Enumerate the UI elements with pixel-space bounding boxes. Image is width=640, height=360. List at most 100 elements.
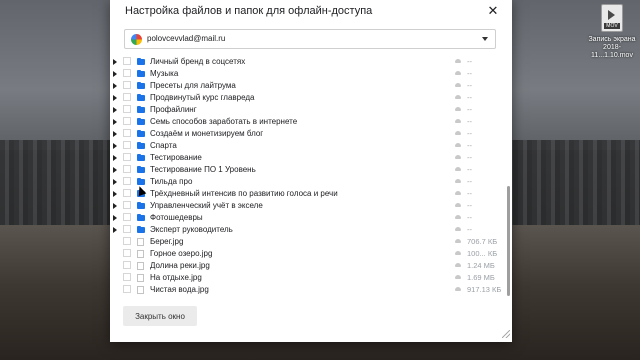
offline-checkbox[interactable] [123,141,131,149]
resize-grip-icon[interactable] [502,330,510,338]
cloud-icon [455,119,461,123]
desktop-file-screen-recording[interactable]: MOV Запись экрана 2018-11...1.10.mov [584,4,640,60]
offline-checkbox[interactable] [123,285,131,293]
folder-row[interactable]: Тильда про -- [110,176,504,188]
item-size: -- [467,189,472,198]
expand-arrow-icon[interactable] [113,119,117,125]
file-row[interactable]: Горное озеро.jpg 100... КБ [110,248,504,260]
offline-checkbox[interactable] [123,57,131,65]
expand-arrow-icon[interactable] [113,83,117,89]
folder-icon [137,141,145,149]
expand-arrow-icon[interactable] [113,227,117,233]
item-name: Управленческий учёт в экселе [150,201,263,210]
folder-row[interactable]: Трёхдневный интенсив по развитию голоса … [110,188,504,200]
cloud-icon [455,83,461,87]
cloud-icon [455,239,461,243]
offline-checkbox[interactable] [123,165,131,173]
expand-arrow-icon[interactable] [113,215,117,221]
expand-arrow-icon[interactable] [113,107,117,113]
account-selector[interactable]: polovcevvlad@mail.ru [124,29,496,49]
item-name: Семь способов заработать в интернете [150,117,298,126]
image-file-icon [137,238,144,246]
file-folder-list: Личный бренд в соцсетях -- Музыка -- Пресеты… [110,56,504,299]
item-name: Личный бренд в соцсетях [150,57,246,66]
expand-arrow-icon[interactable] [113,131,117,137]
close-window-button[interactable]: Закрыть окно [123,306,197,326]
offline-checkbox[interactable] [123,69,131,77]
folder-row[interactable]: Управленческий учёт в экселе -- [110,200,504,212]
chevron-down-icon [482,37,488,41]
offline-checkbox[interactable] [123,213,131,221]
item-size: -- [467,153,472,162]
offline-checkbox[interactable] [123,177,131,185]
folder-row[interactable]: Тестирование ПО 1 Уровень -- [110,164,504,176]
item-name: Тестирование ПО 1 Уровень [150,165,256,174]
file-row[interactable]: Чистая вода.jpg 917.13 КБ [110,284,504,296]
folder-row[interactable]: Личный бренд в соцсетях -- [110,56,504,68]
video-file-icon: MOV [601,4,623,32]
expand-arrow-icon[interactable] [113,167,117,173]
offline-checkbox[interactable] [123,273,131,281]
item-size: -- [467,105,472,114]
folder-row[interactable]: Тестирование -- [110,152,504,164]
cloud-icon [455,203,461,207]
folder-row[interactable]: Эксперт руководитель -- [110,224,504,236]
folder-icon [137,201,145,209]
offline-checkbox[interactable] [123,93,131,101]
offline-settings-dialog: Настройка файлов и папок для офлайн-дост… [110,0,512,342]
folder-icon [137,153,145,161]
cloud-icon [455,131,461,135]
file-row[interactable]: Берег.jpg 706.7 КБ [110,236,504,248]
file-row[interactable]: На отдыхе.jpg 1.69 МБ [110,272,504,284]
cloud-icon [455,59,461,63]
folder-row[interactable]: Профайлинг -- [110,104,504,116]
item-name: Берег.jpg [150,237,184,246]
offline-checkbox[interactable] [123,189,131,197]
close-icon[interactable]: ✕ [486,4,500,18]
item-name: Продвинутый курс главреда [150,93,255,102]
offline-checkbox[interactable] [123,129,131,137]
item-name: Создаём и монетизируем блог [150,129,264,138]
item-size: -- [467,93,472,102]
expand-arrow-icon[interactable] [113,95,117,101]
folder-icon [137,165,145,173]
folder-icon [137,213,145,221]
offline-checkbox[interactable] [123,237,131,245]
folder-row[interactable]: Спарта -- [110,140,504,152]
item-size: 917.13 КБ [467,285,502,294]
cloud-icon [455,167,461,171]
expand-arrow-icon[interactable] [113,143,117,149]
offline-checkbox[interactable] [123,105,131,113]
offline-checkbox[interactable] [123,249,131,257]
offline-checkbox[interactable] [123,225,131,233]
file-row[interactable]: Долина реки.jpg 1.24 МБ [110,260,504,272]
folder-icon [137,225,145,233]
expand-arrow-icon[interactable] [113,179,117,185]
expand-arrow-icon[interactable] [113,71,117,77]
expand-arrow-icon[interactable] [113,155,117,161]
dialog-title: Настройка файлов и папок для офлайн-дост… [125,5,373,17]
expand-arrow-icon[interactable] [113,59,117,65]
expand-arrow-icon[interactable] [113,191,117,197]
offline-checkbox[interactable] [123,153,131,161]
account-email: polovcevvlad@mail.ru [147,34,226,43]
desktop-file-name: Запись экрана 2018-11...1.10.mov [588,36,636,59]
folder-icon [137,57,145,65]
folder-row[interactable]: Создаём и монетизируем блог -- [110,128,504,140]
folder-row[interactable]: Музыка -- [110,68,504,80]
item-size: -- [467,69,472,78]
folder-row[interactable]: Семь способов заработать в интернете -- [110,116,504,128]
expand-arrow-icon[interactable] [113,203,117,209]
item-size: 706.7 КБ [467,237,498,246]
play-icon [608,10,615,20]
offline-checkbox[interactable] [123,201,131,209]
folder-row[interactable]: Продвинутый курс главреда -- [110,92,504,104]
item-name: Пресеты для лайтрума [150,81,236,90]
folder-row[interactable]: Фотошедевры -- [110,212,504,224]
offline-checkbox[interactable] [123,261,131,269]
offline-checkbox[interactable] [123,81,131,89]
offline-checkbox[interactable] [123,117,131,125]
list-scrollbar[interactable] [507,186,510,296]
folder-icon [137,129,145,137]
folder-row[interactable]: Пресеты для лайтрума -- [110,80,504,92]
